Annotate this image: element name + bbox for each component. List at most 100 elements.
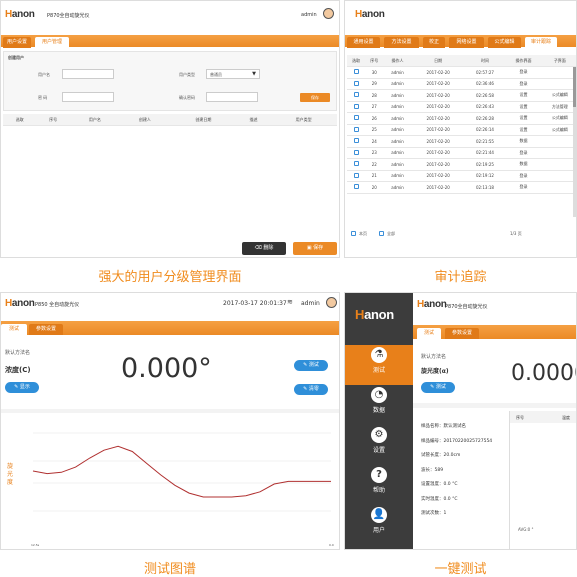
tab-params[interactable]: 参数设置 xyxy=(445,328,479,339)
table-row[interactable]: 22 admin 2017-02-20 02:19:25 数据 xyxy=(347,158,576,171)
table-row[interactable]: 25 admin 2017-02-20 02:26:14 设置 公式编辑 xyxy=(347,124,576,136)
sidebar-item-3[interactable]: ? 帮助 xyxy=(345,467,413,494)
row-checkbox-cell[interactable] xyxy=(347,101,366,113)
tab-2[interactable]: 校正 xyxy=(423,37,445,48)
delete-button[interactable]: ⌫ 删除 xyxy=(242,242,286,255)
username-input[interactable] xyxy=(62,69,114,79)
row-checkbox[interactable] xyxy=(353,103,359,109)
save-button[interactable]: 保存 xyxy=(300,93,330,102)
row-checkbox[interactable] xyxy=(353,69,359,75)
table-cell: 02:36:46 xyxy=(464,78,506,90)
table-row[interactable]: 26 admin 2017-02-20 02:26:28 设置 公式编辑 xyxy=(347,112,576,125)
sidebar-item-4[interactable]: 👤 用户 xyxy=(345,507,413,534)
sidebar-item-2[interactable]: ⚙ 设置 xyxy=(345,427,413,454)
sidebar-item-0[interactable]: ⚗ 测试 xyxy=(345,347,413,374)
info-divider xyxy=(413,403,576,408)
table-row[interactable]: 20 admin 2017-02-20 02:13:18 登录 xyxy=(347,181,576,194)
save-label: 保存 xyxy=(313,245,324,251)
password-input[interactable] xyxy=(62,92,114,102)
col-header: 创建人 xyxy=(119,114,170,126)
row-checkbox[interactable] xyxy=(353,172,359,178)
zero-button[interactable]: ✎ 清零 xyxy=(294,384,328,395)
table-cell: 设置 xyxy=(505,124,542,136)
measure-value: 0.000° xyxy=(121,353,212,384)
confirm-password-input[interactable] xyxy=(206,92,258,102)
table-cell: 2017-02-20 xyxy=(411,124,465,136)
table-cell: 2017-02-20 xyxy=(411,112,465,125)
tab-0[interactable]: 通用设置 xyxy=(347,37,380,48)
table-row[interactable]: 23 admin 2017-02-20 02:21:44 登录 xyxy=(347,147,576,159)
user-type-select[interactable]: 普通员 ▼ xyxy=(206,69,260,79)
table-cell: 公式编辑 xyxy=(541,112,576,125)
scrollbar[interactable] xyxy=(573,67,576,217)
table-cell: 数据 xyxy=(505,135,542,148)
table-row[interactable]: 28 admin 2017-02-20 02:26:58 设置 公式编辑 xyxy=(347,89,576,102)
row-checkbox-cell[interactable] xyxy=(347,124,366,136)
row-checkbox[interactable] xyxy=(353,115,359,121)
user-table: 选取 序号 用户名 创建人 创建日期 描述 用户类型 xyxy=(3,114,337,126)
tab-params[interactable]: 参数设置 xyxy=(29,324,63,335)
tab-5[interactable]: 审计跟踪 xyxy=(525,37,557,48)
table-cell: 28 xyxy=(365,89,384,102)
table-cell: 22 xyxy=(365,158,384,171)
row-checkbox[interactable] xyxy=(353,149,359,155)
audit-table: 选取 序号 操作人 日期 时间 操作界面 子界面 30 admin 2017-02-20 02:5… xyxy=(347,55,576,194)
row-checkbox-cell[interactable] xyxy=(347,170,366,182)
current-page-checkbox[interactable] xyxy=(351,231,356,236)
col-header: 用户名 xyxy=(69,114,120,126)
tab-user-settings[interactable]: 用户设置 xyxy=(3,37,31,48)
row-checkbox[interactable] xyxy=(353,80,359,86)
info-line: 波长：589 xyxy=(421,467,444,473)
tab-test[interactable]: 测试 xyxy=(1,324,27,335)
table-cell: 26 xyxy=(365,112,384,125)
row-checkbox-cell[interactable] xyxy=(347,78,366,90)
time-start-label: 12.5s xyxy=(31,543,40,547)
tab-1[interactable]: 方法设置 xyxy=(384,37,419,48)
method-name: 默认方法名 xyxy=(421,354,447,360)
row-checkbox[interactable] xyxy=(353,92,359,98)
chevron-down-icon: ▼ xyxy=(252,71,256,77)
row-checkbox-cell[interactable] xyxy=(347,89,366,102)
table-cell: 02:26:43 xyxy=(464,101,506,113)
row-checkbox-cell[interactable] xyxy=(347,135,366,148)
row-checkbox[interactable] xyxy=(353,161,359,167)
table-cell xyxy=(541,158,576,171)
all-checkbox[interactable] xyxy=(379,231,384,236)
row-checkbox-cell[interactable] xyxy=(347,181,366,194)
table-row[interactable]: 24 admin 2017-02-20 02:21:55 数据 xyxy=(347,135,576,148)
avatar-icon[interactable] xyxy=(323,8,334,19)
table-row[interactable]: 29 admin 2017-02-20 02:36:46 登录 xyxy=(347,78,576,90)
avatar-icon[interactable] xyxy=(326,297,337,308)
table-row[interactable]: 30 admin 2017-02-20 02:57:27 登录 xyxy=(347,66,576,79)
col-header: 日期 xyxy=(411,55,465,67)
tab-user-management[interactable]: 用户管理 xyxy=(35,37,69,48)
table-cell: 27 xyxy=(365,101,384,113)
row-checkbox-cell[interactable] xyxy=(347,112,366,125)
tab-test[interactable]: 测试 xyxy=(417,328,441,339)
display-button[interactable]: ✎ 显示 xyxy=(5,382,39,393)
table-cell: admin xyxy=(383,135,412,148)
table-cell: 29 xyxy=(365,78,384,90)
row-checkbox-cell[interactable] xyxy=(347,158,366,171)
table-cell: 02:13:18 xyxy=(464,181,506,194)
table-row[interactable]: 27 admin 2017-02-20 02:26:43 设置 方法管理 xyxy=(347,101,576,113)
row-checkbox-cell[interactable] xyxy=(347,66,366,79)
col-header: 操作人 xyxy=(383,55,412,67)
row-checkbox[interactable] xyxy=(353,138,359,144)
test-button[interactable]: ✎ 测试 xyxy=(294,360,328,371)
col-index: 序号 xyxy=(516,415,524,420)
table-row[interactable]: 21 admin 2017-02-20 02:19:12 登录 xyxy=(347,170,576,182)
save-bottom-button[interactable]: ▣ 保存 xyxy=(293,242,337,255)
row-checkbox[interactable] xyxy=(353,184,359,190)
tab-4[interactable]: 公式编辑 xyxy=(488,37,521,48)
datetime: 2017-03-17 20:01:37 xyxy=(223,300,287,307)
app-title: P870全自动旋光仪 xyxy=(47,13,90,19)
sidebar-item-1[interactable]: ◔ 数据 xyxy=(345,387,413,414)
table-cell: 02:19:25 xyxy=(464,158,506,171)
table-cell: 02:19:12 xyxy=(464,170,506,182)
row-checkbox-cell[interactable] xyxy=(347,147,366,159)
row-checkbox[interactable] xyxy=(353,126,359,132)
tab-3[interactable]: 网络设置 xyxy=(449,37,484,48)
test-button[interactable]: ✎ 测试 xyxy=(421,382,455,393)
sidebar-icon-3: ? xyxy=(371,467,387,483)
